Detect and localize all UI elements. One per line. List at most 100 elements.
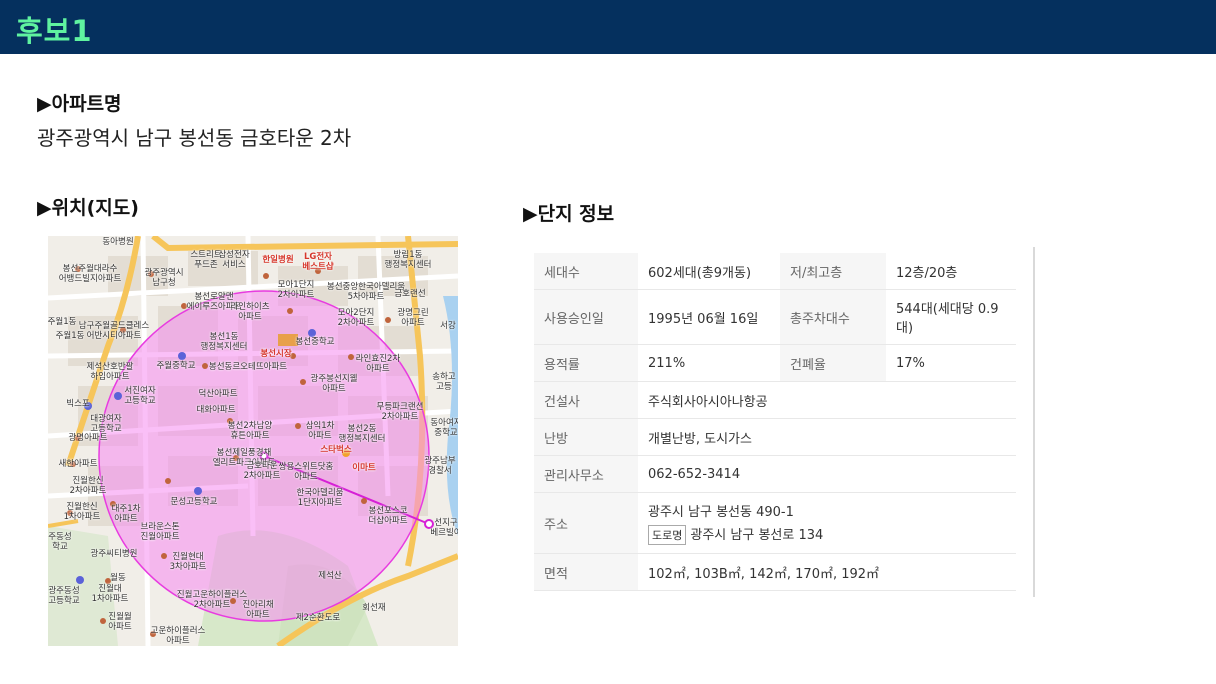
map-poi-label[interactable]: 새한아파트 <box>58 459 97 469</box>
map-poi-label[interactable]: 대광여자 고등학교 <box>90 414 121 434</box>
map-poi-label[interactable]: 동아여자 중학교 <box>430 418 458 438</box>
apartment-name: 광주광역시 남구 봉선동 금호타운 2차 <box>37 126 352 150</box>
info-label: 면적 <box>534 553 638 591</box>
map-poi-label[interactable]: 진월한신 2차아파트 <box>70 476 107 496</box>
map-poi-label[interactable]: 방림1동 행정복지센터 <box>385 250 432 270</box>
map-poi-label[interactable]: 서강 <box>440 321 456 331</box>
map-poi-label[interactable]: 모아1단지 2차아파트 <box>278 280 315 300</box>
map-poi-label[interactable]: 라인효진2차 아파트 <box>356 354 401 374</box>
map-poi-label[interactable]: 진월현대 3차아파트 <box>170 552 207 572</box>
page-title: 후보1 <box>16 14 93 48</box>
info-label: 건폐율 <box>780 344 886 382</box>
map-poi-label[interactable]: 광주남부 경찰서 <box>424 456 455 476</box>
map-poi-label[interactable]: 쌍용스위트닷홈 아파트 <box>279 462 334 482</box>
address-lot: 광주시 남구 봉선동 490-1 <box>648 505 794 520</box>
map-poi-label[interactable]: 스트리트 푸드존 <box>190 250 221 270</box>
map-poi-label[interactable]: 봉선2동 행정복지센터 <box>339 424 386 444</box>
map-poi-label[interactable]: 이마트 <box>352 463 375 473</box>
map-poi-label[interactable]: 남구주월골드클레스 어반시티아파트 <box>79 321 149 341</box>
map-poi-label[interactable]: 회선재 <box>362 603 385 613</box>
map-poi-label[interactable]: 빅스포 <box>66 399 89 409</box>
map-poi-label[interactable]: 진월대 1차아파트 <box>92 584 129 604</box>
apartment-heading: ▶아파트명 <box>37 93 122 115</box>
map-poi-label[interactable]: 금호타운 2차아파트 <box>244 461 281 481</box>
info-label: 사용승인일 <box>534 289 638 345</box>
map-poi-label[interactable]: 광주봉선지웰 아파트 <box>311 374 358 394</box>
map-poi-label[interactable]: 진월월 아파트 <box>108 612 131 632</box>
map-poi-label[interactable]: 봉선동르오테뜨아파트 <box>209 362 287 372</box>
map-poi-label[interactable]: LG전자 베스트샵 <box>302 252 333 272</box>
info-value: 12층/20층 <box>886 253 1016 290</box>
map-poi-label[interactable]: 모아2단지 2차아파트 <box>338 308 375 328</box>
map-poi-label[interactable]: 봉선시장 <box>260 349 291 359</box>
map-poi-label[interactable]: 스타벅스 <box>320 445 351 455</box>
map-poi-label[interactable]: 진아리채 아파트 <box>242 600 273 620</box>
map-poi-label[interactable]: 봉선1동 행정복지센터 <box>201 332 248 352</box>
map-poi-label[interactable]: 라인하이츠 아파트 <box>230 302 269 322</box>
map-poi-label[interactable]: 대화아파트 <box>196 405 235 415</box>
location-heading: ▶위치(지도) <box>37 197 139 219</box>
map-poi-label[interactable]: 진월고운하이플러스 2차아파트 <box>177 590 247 610</box>
info-value: 17% <box>886 344 1016 382</box>
address-road: 도로명 광주시 남구 봉선로 134 <box>648 524 1006 545</box>
header-bar: 후보1 <box>0 0 1216 54</box>
map-poi-label[interactable]: 덕산아파트 <box>198 389 237 399</box>
map-poi-label[interactable]: 주월1동 <box>48 317 76 327</box>
map-poi-label[interactable]: 봉선주월대라수 어뱅드빌지아파트 <box>59 264 122 284</box>
map-poi-label[interactable]: 문성고등학교 <box>171 497 218 507</box>
map-poi-label[interactable]: 봉선포스코 더샵아파트 <box>368 506 407 526</box>
map-poi-label[interactable]: 고운하이플러스 아파트 <box>151 626 206 646</box>
map-poi-label[interactable]: 삼성전자 서비스 <box>218 250 249 270</box>
info-row: 세대수 602세대(총9개동) 저/최고층 12층/20층 <box>534 253 1016 290</box>
info-label: 세대수 <box>534 253 638 290</box>
map-poi-label[interactable]: 봉선중앙한국아델리움 5차아파트 <box>327 282 405 302</box>
map-poi-label[interactable]: 주월1동 <box>56 331 85 341</box>
road-name-tag: 도로명 <box>648 525 687 545</box>
map-poi-label[interactable]: 송하고 고등 <box>432 372 455 392</box>
map-poi-label[interactable]: 진월한신 1차아파트 <box>64 502 101 522</box>
info-label: 관리사무소 <box>534 455 638 493</box>
info-value: 544대(세대당 0.9대) <box>886 289 1016 345</box>
info-row: 사용승인일 1995년 06월 16일 총주차대수 544대(세대당 0.9대) <box>534 289 1016 345</box>
map-poi-label[interactable]: 광명아파트 <box>68 433 107 443</box>
info-value: 102㎡, 103B㎡, 142㎡, 170㎡, 192㎡ <box>638 553 1016 591</box>
info-row: 면적 102㎡, 103B㎡, 142㎡, 170㎡, 192㎡ <box>534 553 1016 591</box>
map-poi-label[interactable]: 광주동성 고등학교 <box>48 586 79 606</box>
info-value: 602세대(총9개동) <box>638 253 780 290</box>
map-poi-label[interactable]: 제2순환도로 <box>296 613 341 623</box>
map-poi-label[interactable]: 서진여자 고등학교 <box>124 386 155 406</box>
info-label: 난방 <box>534 418 638 456</box>
scrollbar[interactable] <box>1033 247 1035 597</box>
map-poi-label[interactable]: 대주1차 아파트 <box>112 504 141 524</box>
map-poi-label[interactable]: 무등파크랜션 2차아파트 <box>377 402 424 422</box>
complex-heading: ▶단지 정보 <box>523 203 615 225</box>
info-value: 광주시 남구 봉선동 490-1 도로명 광주시 남구 봉선로 134 <box>638 492 1016 554</box>
info-value: 1995년 06월 16일 <box>638 289 780 345</box>
map-poi-label[interactable]: 동아병원 <box>102 237 133 247</box>
info-label: 총주차대수 <box>780 289 886 345</box>
map-poi-label[interactable]: 주동성 학교 <box>48 532 71 552</box>
info-row: 난방 개별난방, 도시가스 <box>534 418 1016 456</box>
map-poi-label[interactable]: 브라운스톤 진월아파트 <box>140 522 179 542</box>
map-view[interactable]: 동아병원스트리트 푸드존 삼성전자 서비스 한일병원 LG전자 베스트샵봉선주월대라수 어뱅드… <box>48 236 458 646</box>
map-poi-label[interactable]: 봉선중학교 <box>295 337 334 347</box>
map-poi-label[interactable]: 한국아델리움 1단지아파트 <box>297 488 344 508</box>
map-poi-label[interactable]: 월동 <box>110 573 126 583</box>
map-poi-label[interactable]: 선지구 베르빌아 <box>430 518 458 538</box>
info-label: 주소 <box>534 492 638 554</box>
map-poi-label[interactable]: 광주광역시 남구청 <box>144 268 183 288</box>
map-poi-label[interactable]: 광명그린 아파트 <box>397 308 428 328</box>
info-label: 용적률 <box>534 344 638 382</box>
map-poi-label[interactable]: 삼익1차 아파트 <box>306 421 335 441</box>
info-value: 주식회사아시아나항공 <box>638 381 1016 419</box>
info-row: 주소 광주시 남구 봉선동 490-1 도로명 광주시 남구 봉선로 134 <box>534 492 1016 554</box>
map-poi-label[interactable]: 제석산호반팔 하임아파트 <box>87 362 134 382</box>
info-label: 건설사 <box>534 381 638 419</box>
map-poi-label[interactable]: 광주씨티병원 <box>91 549 138 559</box>
map-poi-label[interactable]: 봉선2차남양 휴튼아파트 <box>228 421 273 441</box>
info-value: 개별난방, 도시가스 <box>638 418 1016 456</box>
map-poi-label[interactable]: 금호랜선 <box>394 289 425 299</box>
map-poi-label[interactable]: 한일병원 <box>262 255 293 265</box>
map-poi-label[interactable]: 제석산 <box>318 571 341 581</box>
map-poi-label[interactable]: 주월중학교 <box>156 361 195 371</box>
